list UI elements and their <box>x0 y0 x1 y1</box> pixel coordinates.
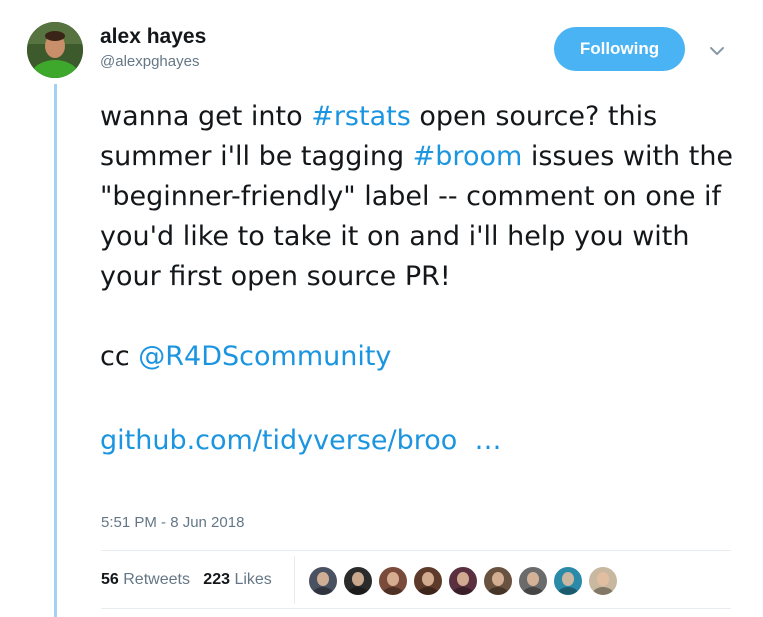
tweet-text-segment: wanna get into <box>100 101 312 132</box>
github-url-link[interactable]: github.com/tidyverse/broo … <box>100 425 501 456</box>
liker-face <box>522 572 544 595</box>
avatar-image <box>27 22 83 78</box>
avatar[interactable] <box>27 22 83 78</box>
liker-avatar-6[interactable] <box>483 566 513 596</box>
stats-separator <box>294 556 295 604</box>
following-button[interactable]: Following <box>554 27 685 71</box>
liker-face <box>557 572 579 595</box>
tweet-text: wanna get into #rstats open source? this… <box>100 97 750 461</box>
chevron-down-icon[interactable] <box>707 41 727 61</box>
liker-avatar-8[interactable] <box>553 566 583 596</box>
divider <box>101 550 731 551</box>
likes-stat[interactable]: 223 Likes <box>203 571 272 588</box>
liker-avatar-9[interactable] <box>588 566 618 596</box>
liker-avatar-3[interactable] <box>378 566 408 596</box>
mention-r4dscommunity-link[interactable]: @R4DScommunity <box>138 341 391 372</box>
liker-face <box>312 572 334 595</box>
hashtag-broom-link[interactable]: #broom <box>413 141 523 172</box>
liker-face <box>382 572 404 595</box>
tweet-paragraph-cc: cc @R4DScommunity <box>100 337 750 377</box>
likes-label: Likes <box>234 571 272 588</box>
tweet-header: alex hayes @alexpghayes <box>100 24 206 73</box>
liker-face <box>592 572 614 595</box>
display-name[interactable]: alex hayes <box>100 24 206 50</box>
thread-line <box>54 84 57 617</box>
tweet-timestamp[interactable]: 5:51 PM - 8 Jun 2018 <box>101 514 244 531</box>
retweets-count: 56 <box>101 571 119 588</box>
liker-face <box>487 572 509 595</box>
divider <box>101 608 731 609</box>
user-handle[interactable]: @alexpghayes <box>100 51 206 73</box>
retweets-stat[interactable]: 56 Retweets <box>101 571 190 588</box>
liker-avatar-1[interactable] <box>308 566 338 596</box>
hashtag-rstats-link[interactable]: #rstats <box>311 101 411 132</box>
cc-prefix: cc <box>100 341 139 372</box>
following-button-label: Following <box>579 39 660 58</box>
url-text: github.com/tidyverse/broo <box>100 425 458 456</box>
liker-avatar-2[interactable] <box>343 566 373 596</box>
tweet-paragraph-url: github.com/tidyverse/broo … <box>100 421 750 461</box>
liker-face <box>452 572 474 595</box>
liker-face <box>347 572 369 595</box>
liker-face <box>417 572 439 595</box>
url-ellipsis: … <box>474 425 502 456</box>
retweets-label: Retweets <box>123 571 190 588</box>
tweet-stats: 56 Retweets 223 Likes <box>101 571 272 589</box>
liker-avatar-4[interactable] <box>413 566 443 596</box>
tweet-paragraph-main: wanna get into #rstats open source? this… <box>100 97 750 297</box>
likes-count: 223 <box>203 571 230 588</box>
liker-avatar-5[interactable] <box>448 566 478 596</box>
liker-avatar-7[interactable] <box>518 566 548 596</box>
